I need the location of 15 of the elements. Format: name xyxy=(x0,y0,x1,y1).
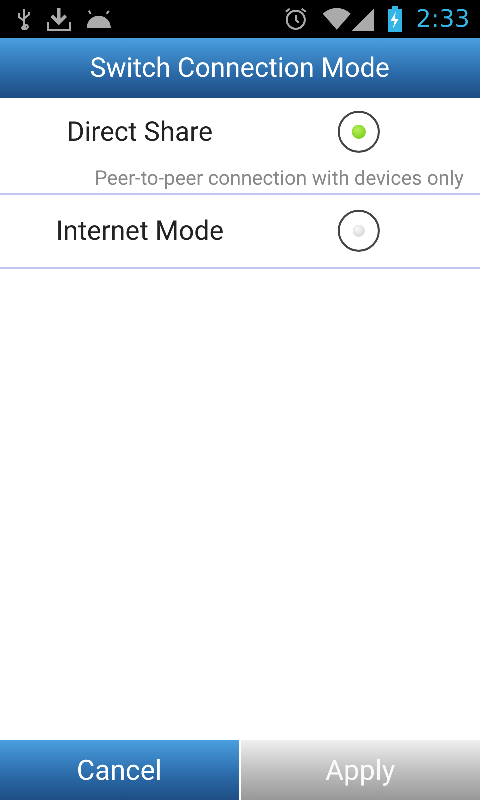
signal-icon xyxy=(352,7,374,31)
usb-icon xyxy=(16,7,32,31)
option-label: Direct Share xyxy=(66,116,214,148)
radio-button[interactable] xyxy=(338,210,380,252)
screen-title: Switch Connection Mode xyxy=(90,52,390,84)
android-icon xyxy=(86,9,112,29)
action-button[interactable]: Cancel xyxy=(0,740,239,800)
clock-time: 2:33 xyxy=(416,5,470,33)
download-icon xyxy=(46,6,72,32)
option-label: Internet Mode xyxy=(55,215,225,247)
alarm-clock-icon xyxy=(284,7,308,31)
battery-charging-icon xyxy=(388,6,402,32)
radio-button[interactable] xyxy=(338,111,380,153)
wifi-icon xyxy=(322,7,352,31)
option-description: Peer-to-peer connection with devices only xyxy=(94,166,465,192)
